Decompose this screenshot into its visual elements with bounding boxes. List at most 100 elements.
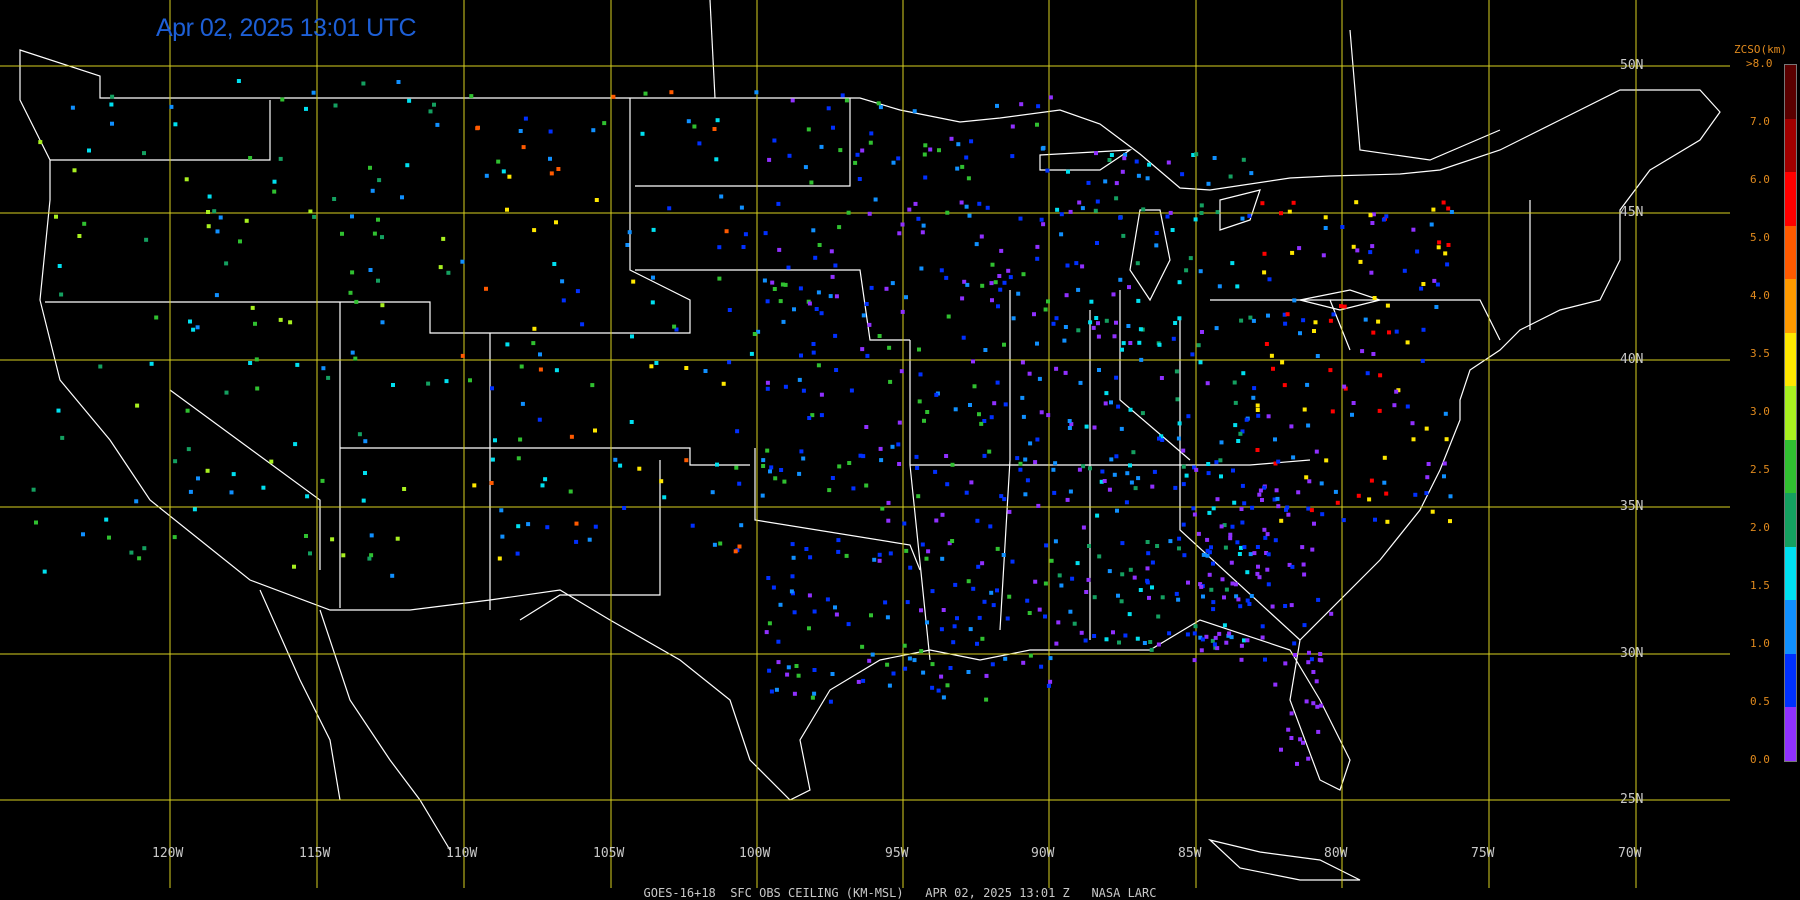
station-marker <box>1003 656 1008 661</box>
station-marker <box>1008 275 1013 280</box>
station-marker <box>1228 536 1233 541</box>
station-marker <box>837 464 842 469</box>
station-marker <box>966 579 971 584</box>
station-marker <box>1301 740 1305 745</box>
station-marker <box>1205 537 1210 542</box>
station-marker <box>1056 620 1061 625</box>
station-marker <box>1360 349 1365 354</box>
latitude-label: 35N <box>1620 499 1644 514</box>
station-marker <box>834 368 839 372</box>
station-marker <box>1329 611 1334 616</box>
station-marker <box>790 98 795 103</box>
station-marker <box>238 239 242 244</box>
station-marker <box>1333 489 1338 494</box>
station-marker <box>1048 679 1053 684</box>
station-marker <box>792 307 796 312</box>
station-marker <box>1062 338 1067 343</box>
station-marker <box>1217 631 1222 636</box>
station-marker <box>1260 201 1265 206</box>
station-marker <box>1205 381 1210 386</box>
station-marker <box>1039 217 1044 222</box>
map-footer: GOES-16+18 SFC OBS CEILING (KM-MSL) APR … <box>643 886 1157 900</box>
station-marker <box>1239 318 1244 323</box>
station-marker <box>876 101 881 106</box>
station-marker <box>333 103 338 108</box>
station-marker <box>253 321 257 326</box>
station-marker <box>1035 122 1039 127</box>
station-marker <box>1111 630 1115 635</box>
station-marker <box>1249 594 1254 598</box>
station-marker <box>630 334 634 339</box>
station-marker <box>877 552 882 557</box>
longitude-label: 95W <box>885 846 909 861</box>
station-marker <box>380 303 385 308</box>
station-marker <box>965 282 970 287</box>
station-marker <box>1411 437 1416 442</box>
station-marker <box>1302 407 1307 412</box>
station-marker <box>57 264 62 268</box>
station-marker <box>1315 704 1320 709</box>
station-marker <box>1377 408 1382 413</box>
station-marker <box>1256 413 1261 418</box>
station-marker <box>332 197 337 201</box>
station-marker <box>1198 269 1203 274</box>
station-marker <box>368 165 372 170</box>
station-marker <box>1240 520 1245 525</box>
station-marker <box>761 464 766 468</box>
station-marker <box>667 206 672 211</box>
station-marker <box>531 341 536 346</box>
station-marker <box>1211 506 1216 511</box>
station-marker <box>840 93 845 98</box>
station-marker <box>192 507 197 512</box>
station-marker <box>907 656 912 661</box>
station-marker <box>1289 711 1294 716</box>
station-marker <box>1252 386 1257 391</box>
station-marker <box>1181 448 1186 453</box>
station-marker <box>248 361 253 365</box>
station-marker <box>516 456 521 461</box>
station-marker <box>1135 636 1140 641</box>
station-marker <box>838 148 843 153</box>
station-marker <box>1394 329 1399 334</box>
station-marker <box>1242 545 1247 550</box>
station-marker <box>1168 210 1173 215</box>
station-marker <box>890 281 895 286</box>
station-marker <box>869 131 874 136</box>
station-marker <box>984 673 989 678</box>
station-marker <box>1211 607 1216 612</box>
station-marker <box>1370 244 1375 249</box>
station-marker <box>1160 595 1165 600</box>
station-marker <box>1128 567 1133 572</box>
station-marker <box>1255 408 1260 412</box>
station-marker <box>769 689 774 694</box>
station-marker <box>1323 215 1328 220</box>
station-marker <box>59 292 64 297</box>
station-marker <box>949 136 954 141</box>
lat-lon-grid <box>0 0 1730 888</box>
station-marker <box>1306 660 1311 665</box>
station-marker <box>888 379 893 384</box>
station-marker <box>1199 584 1204 589</box>
station-marker <box>1181 522 1186 527</box>
station-marker <box>1446 243 1451 247</box>
station-marker <box>556 167 561 171</box>
station-marker <box>798 286 803 291</box>
station-marker <box>1429 222 1434 227</box>
station-marker <box>377 178 382 183</box>
station-marker <box>976 564 981 569</box>
station-marker <box>376 278 380 283</box>
station-marker <box>1107 569 1112 574</box>
station-marker <box>548 156 552 161</box>
station-marker <box>1049 558 1054 563</box>
station-marker <box>1175 397 1180 402</box>
station-marker <box>1239 507 1244 511</box>
station-marker <box>912 109 917 114</box>
station-marker <box>1177 316 1182 321</box>
station-marker <box>1128 407 1133 412</box>
station-marker <box>952 624 957 629</box>
map-title: Apr 02, 2025 13:01 UTC <box>156 14 417 42</box>
station-marker <box>1120 572 1125 577</box>
station-marker <box>769 465 774 470</box>
station-marker <box>980 561 985 566</box>
station-marker <box>1119 426 1124 431</box>
